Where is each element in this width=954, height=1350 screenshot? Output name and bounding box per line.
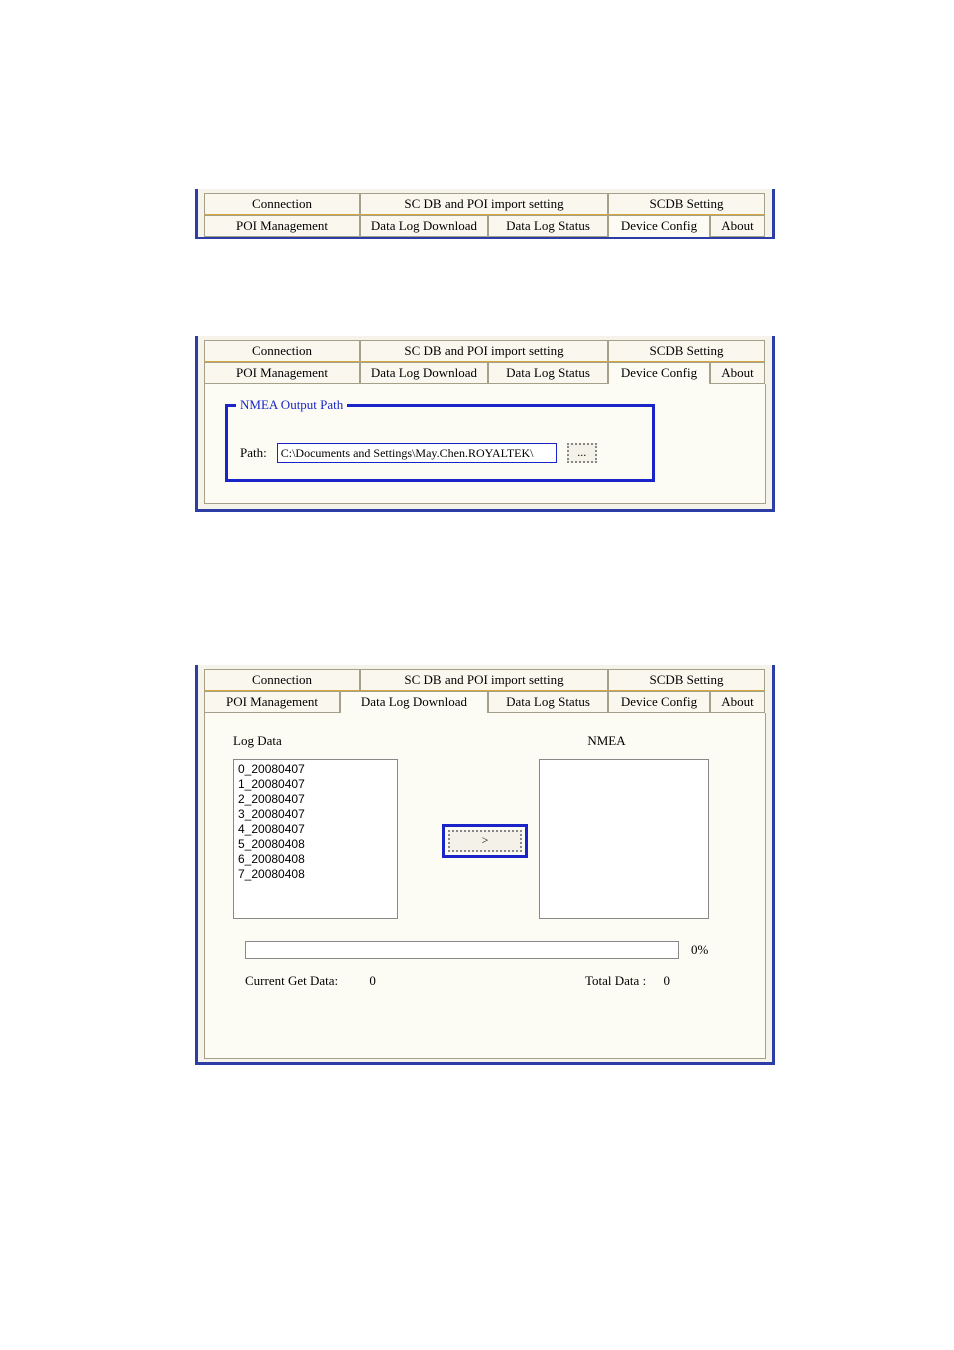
list-item[interactable]: 4_20080407 xyxy=(238,822,393,837)
nmea-output-path-legend: NMEA Output Path xyxy=(236,397,347,413)
panel-data-log-download: Connection SC DB and POI import setting … xyxy=(195,665,775,1065)
list-item[interactable]: 1_20080407 xyxy=(238,777,393,792)
list-item[interactable]: 5_20080408 xyxy=(238,837,393,852)
progress-percent: 0% xyxy=(691,942,725,958)
browse-button[interactable]: ... xyxy=(567,443,597,463)
tab-device-config[interactable]: Device Config xyxy=(608,362,710,384)
tab-data-log-download[interactable]: Data Log Download xyxy=(360,215,488,237)
log-data-list[interactable]: 0_20080407 1_20080407 2_20080407 3_20080… xyxy=(233,759,398,919)
tab-poi-management[interactable]: POI Management xyxy=(204,362,360,384)
tab-connection[interactable]: Connection xyxy=(204,340,360,362)
tab-device-config[interactable]: Device Config xyxy=(608,215,710,237)
current-get-data-label: Current Get Data: xyxy=(245,973,338,988)
tab-scdb-setting[interactable]: SCDB Setting xyxy=(608,669,765,691)
tab-poi-management[interactable]: POI Management xyxy=(204,691,340,713)
tab-connection[interactable]: Connection xyxy=(204,193,360,215)
panel-device-config-nmea-path: Connection SC DB and POI import setting … xyxy=(195,336,775,512)
tab-connection[interactable]: Connection xyxy=(204,669,360,691)
current-get-data-value: 0 xyxy=(369,973,376,989)
nmea-list[interactable] xyxy=(539,759,709,919)
tab-data-log-status[interactable]: Data Log Status xyxy=(488,215,608,237)
tab-sc-db-poi[interactable]: SC DB and POI import setting xyxy=(360,340,608,362)
transfer-button[interactable]: > xyxy=(448,830,522,852)
tab-data-log-status[interactable]: Data Log Status xyxy=(488,691,608,713)
total-data-value: 0 xyxy=(663,973,670,988)
total-data-label: Total Data : xyxy=(585,973,646,988)
path-input[interactable] xyxy=(277,443,557,463)
tab-scdb-setting[interactable]: SCDB Setting xyxy=(608,340,765,362)
tab-about[interactable]: About xyxy=(710,215,765,237)
list-item[interactable]: 3_20080407 xyxy=(238,807,393,822)
list-item[interactable]: 2_20080407 xyxy=(238,792,393,807)
tab-data-log-status[interactable]: Data Log Status xyxy=(488,362,608,384)
tab-device-config[interactable]: Device Config xyxy=(608,691,710,713)
list-item[interactable]: 0_20080407 xyxy=(238,762,393,777)
panel-device-config-tabs-1: Connection SC DB and POI import setting … xyxy=(195,189,775,239)
tab-data-log-download[interactable]: Data Log Download xyxy=(360,362,488,384)
tab-about[interactable]: About xyxy=(710,362,765,384)
path-label: Path: xyxy=(240,445,267,461)
tab-poi-management[interactable]: POI Management xyxy=(204,215,360,237)
transfer-highlight: > xyxy=(442,824,528,858)
nmea-output-path-group: NMEA Output Path Path: ... xyxy=(225,404,655,482)
progress-bar xyxy=(245,941,679,959)
tab-about[interactable]: About xyxy=(710,691,765,713)
tab-sc-db-poi[interactable]: SC DB and POI import setting xyxy=(360,669,608,691)
log-data-label: Log Data xyxy=(233,733,431,749)
list-item[interactable]: 6_20080408 xyxy=(238,852,393,867)
tab-scdb-setting[interactable]: SCDB Setting xyxy=(608,193,765,215)
tab-sc-db-poi[interactable]: SC DB and POI import setting xyxy=(360,193,608,215)
nmea-label: NMEA xyxy=(587,733,737,749)
list-item[interactable]: 7_20080408 xyxy=(238,867,393,882)
tab-data-log-download[interactable]: Data Log Download xyxy=(340,691,488,713)
